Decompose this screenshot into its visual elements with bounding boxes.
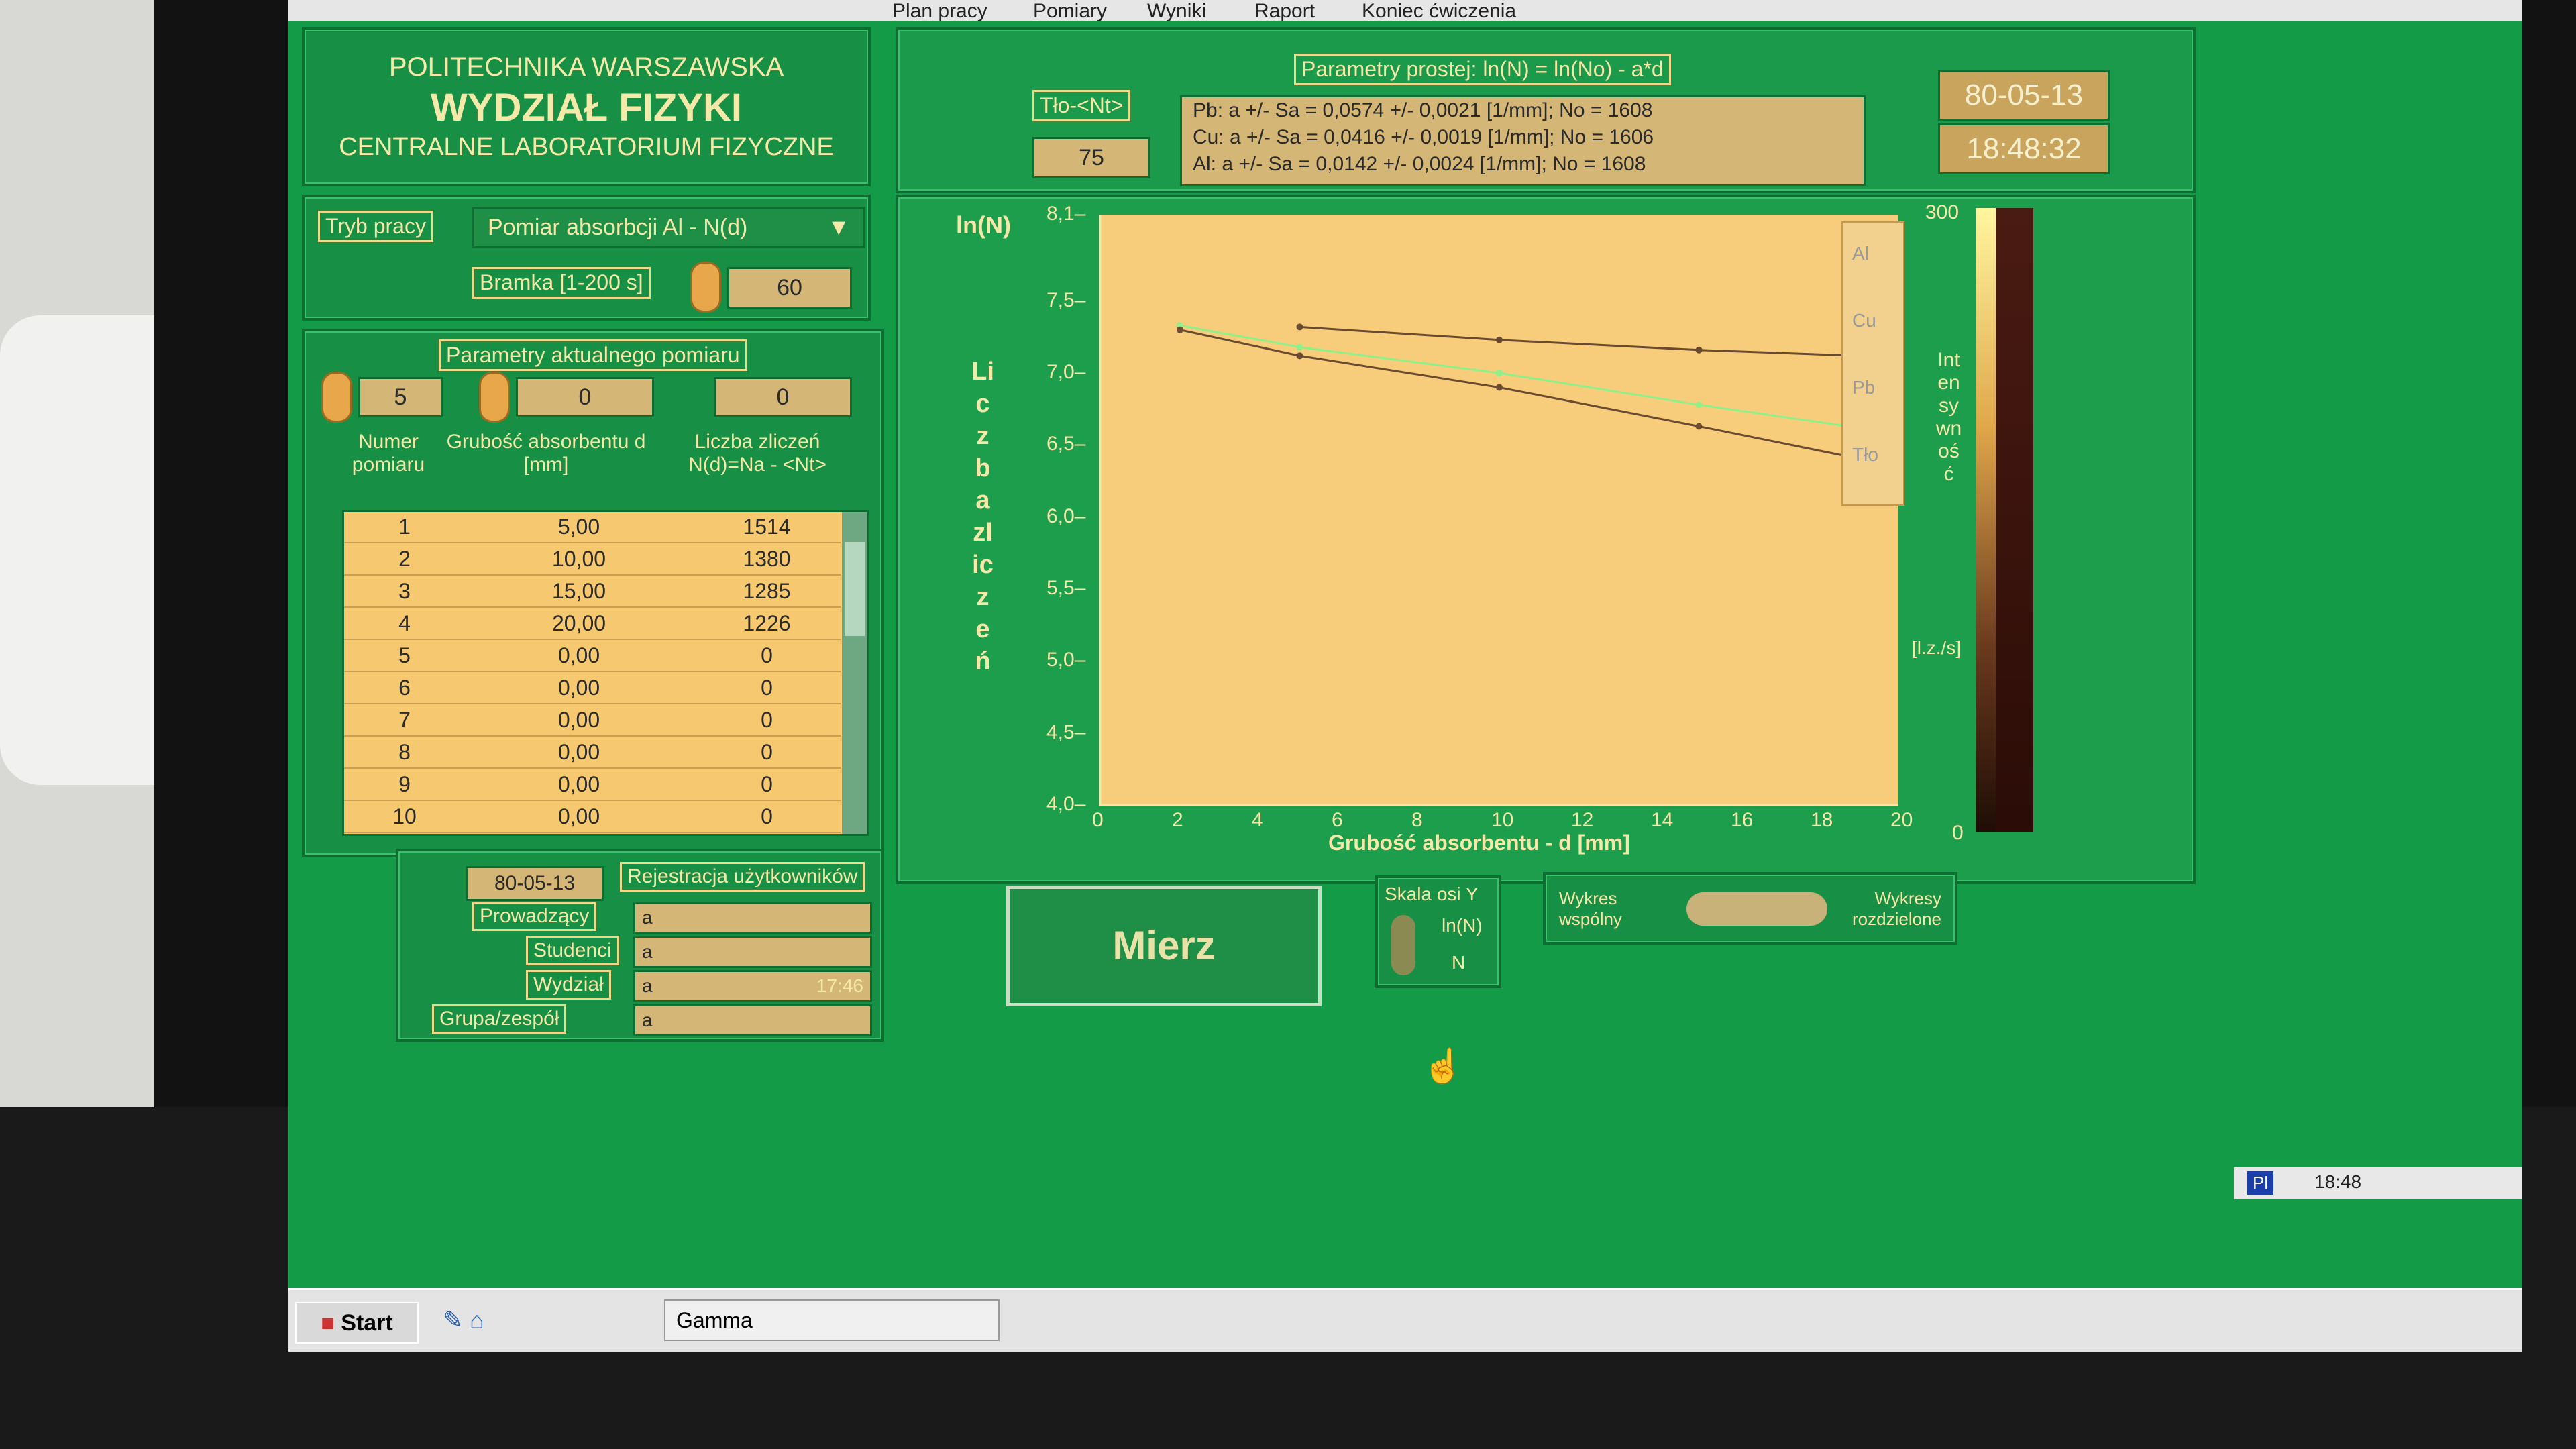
y-tick-label: 4,0– [1046, 793, 1086, 815]
intensity-unit: [l.z./s] [1912, 637, 1962, 658]
x-tick-label: 18 [1811, 809, 1833, 831]
data-point [1695, 401, 1703, 409]
data-point [1177, 326, 1183, 333]
intensity-meter [1976, 208, 1996, 832]
language-indicator[interactable]: Pl [2247, 1171, 2274, 1195]
start-label: Start [341, 1310, 393, 1336]
intensity-min: 0 [1952, 822, 1964, 844]
data-point [1296, 323, 1303, 331]
x-tick-label: 0 [1092, 809, 1104, 831]
x-tick-label: 2 [1172, 809, 1183, 831]
taskbar: ■ Start ✎ ⌂ Gamma [288, 1288, 2522, 1352]
legend-bg: Tło [1852, 444, 1878, 465]
y-tick-label: 5,5– [1046, 577, 1086, 600]
x-tick-label: 20 [1890, 809, 1913, 831]
plotmode-toggle[interactable] [1686, 892, 1827, 926]
y-tick-label: 4,5– [1046, 720, 1086, 743]
intensity-label: Intensywność [1935, 349, 1962, 485]
plotmode-panel: Wykres wspólny Wykresy rozdzielone [1543, 872, 1957, 945]
chart-svg [1099, 215, 1902, 806]
chart-axes [1099, 215, 1898, 806]
x-tick-label: 10 [1491, 809, 1514, 831]
legend-cu: Cu [1852, 310, 1876, 331]
intensity-max: 300 [1925, 201, 1960, 223]
mouse-cursor-icon: ☝ [1422, 1047, 1464, 1085]
x-tick-label: 12 [1571, 809, 1594, 831]
x-tick-label: 4 [1252, 809, 1263, 831]
measure-button[interactable]: Mierz [1006, 885, 1322, 1006]
data-point [1296, 343, 1303, 351]
x-tick-label: 8 [1411, 809, 1423, 831]
x-tick-label: 6 [1332, 809, 1343, 831]
taskbar-task[interactable]: Gamma [664, 1299, 1000, 1341]
windows-logo-icon: ■ [321, 1310, 335, 1336]
legend-pb: Pb [1852, 377, 1876, 398]
chart-xlabel: Grubość absorbentu - d [mm] [1328, 830, 1630, 855]
yscale-panel: Skala osi Y ln(N) N [1375, 875, 1501, 988]
y-tick-label: 6,5– [1046, 433, 1086, 455]
data-point [1695, 423, 1703, 430]
y-tick-label: 6,0– [1046, 504, 1086, 527]
yscale-n: N [1452, 952, 1466, 973]
yscale-title: Skala osi Y [1385, 883, 1479, 904]
x-tick-label: 14 [1651, 809, 1674, 831]
data-point [1296, 352, 1303, 360]
screen: Plan pracy Pomiary Wyniki Raport Koniec … [288, 0, 2522, 1352]
y-tick-label: 5,0– [1046, 649, 1086, 672]
series-line-pb [1179, 329, 1899, 468]
yscale-ln: ln(N) [1442, 915, 1483, 936]
quicklaunch-icon[interactable]: ✎ ⌂ [443, 1306, 484, 1334]
chart-legend: Al Cu Pb Tło [1841, 221, 1904, 506]
legend-al: Al [1852, 243, 1869, 264]
data-point [1695, 346, 1703, 354]
yscale-toggle[interactable] [1391, 915, 1415, 975]
data-point [1496, 384, 1503, 391]
plotmode-common: Wykres wspólny [1559, 888, 1622, 929]
x-tick-label: 16 [1731, 809, 1754, 831]
y-tick-label: 7,0– [1046, 361, 1086, 384]
system-tray: Pl 18:48 [2234, 1167, 2522, 1199]
tray-clock: 18:48 [2314, 1171, 2362, 1192]
y-tick-label: 8,1– [1046, 203, 1086, 225]
plotmode-separate: Wykresy rozdzielone [1852, 888, 1941, 929]
y-tick-label: 7,5– [1046, 288, 1086, 311]
series-line-al [1299, 325, 1899, 358]
data-point [1496, 370, 1503, 377]
intensity-meter-track [1996, 208, 2033, 832]
data-point [1496, 336, 1503, 343]
start-button[interactable]: ■ Start [295, 1302, 419, 1344]
